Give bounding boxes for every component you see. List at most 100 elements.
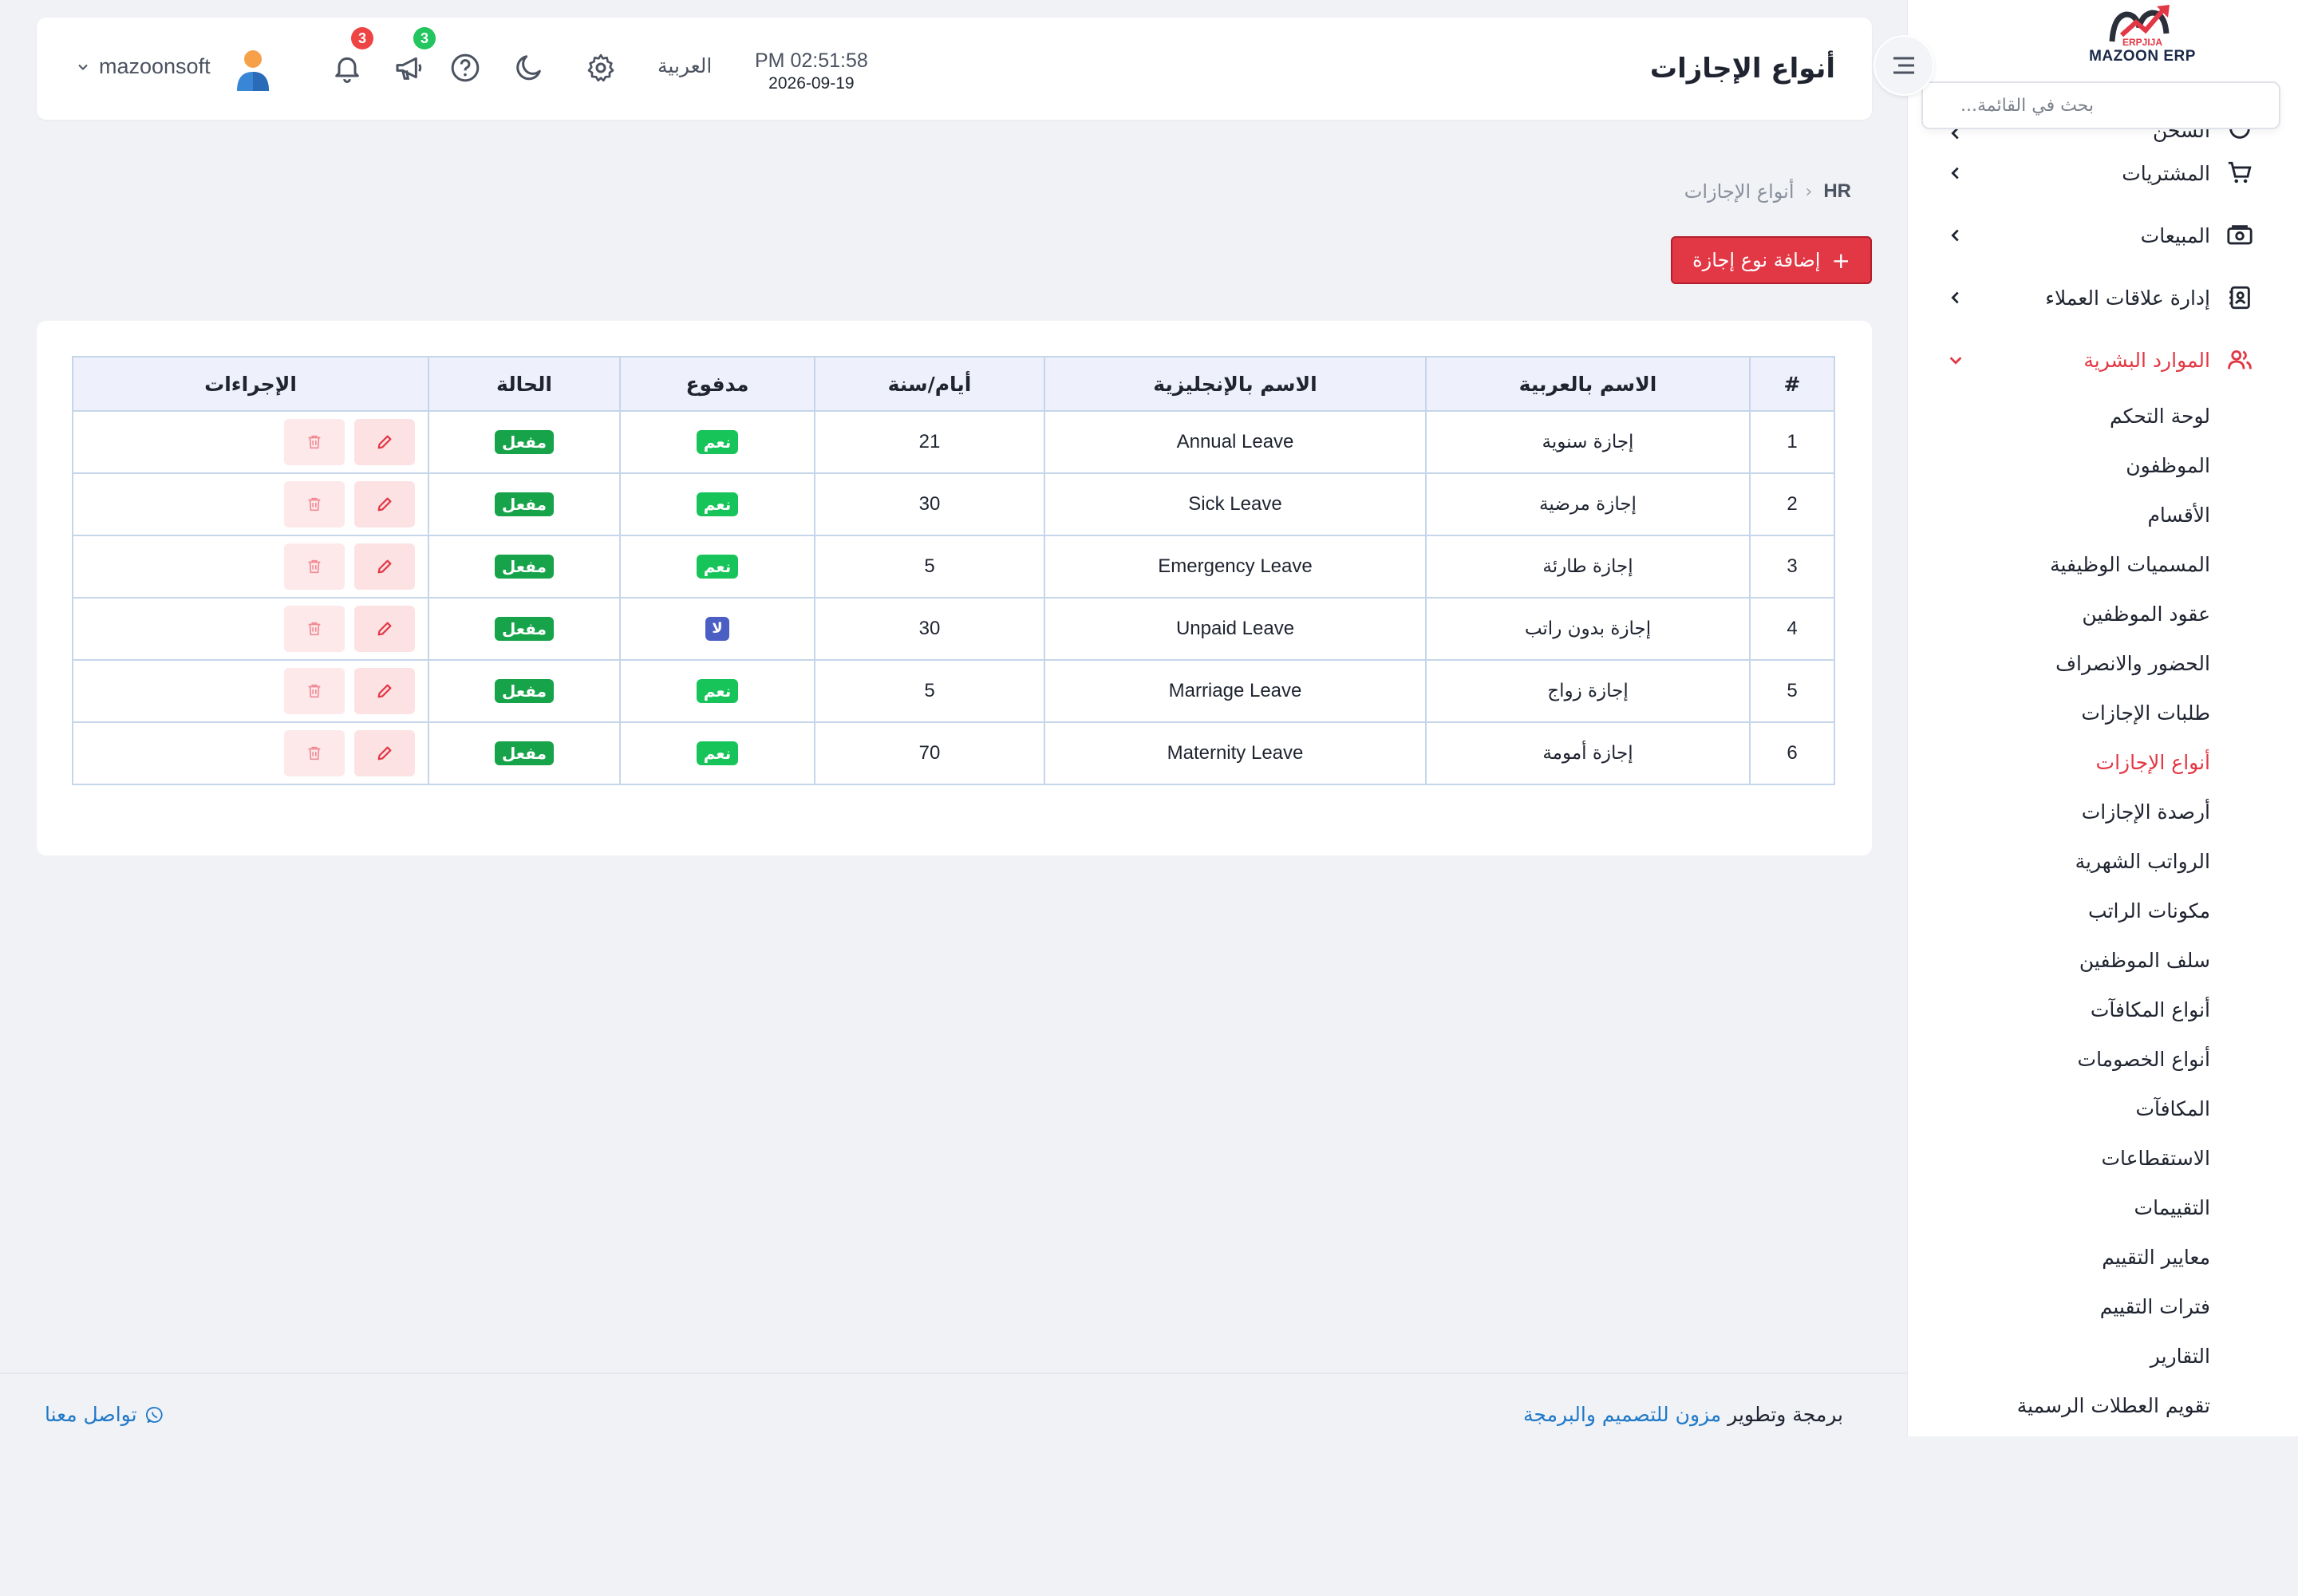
language-switch[interactable]: العربية xyxy=(657,54,712,77)
sidebar-sub-label: المكافآت xyxy=(2135,1096,2210,1120)
column-header-index[interactable]: # xyxy=(1749,356,1835,412)
clock-time: PM 02:51:58 xyxy=(755,49,868,72)
sidebar-sub-evaluations[interactable]: التقييمات xyxy=(1908,1183,2298,1232)
sidebar-sub-deduction-types[interactable]: أنواع الخصومات xyxy=(1908,1034,2298,1084)
logo[interactable]: ERPJIJA MAZOON ERP xyxy=(2083,0,2202,69)
sidebar-sub-reports[interactable]: التقارير xyxy=(1908,1331,2298,1381)
edit-button[interactable] xyxy=(354,668,415,714)
sidebar-item-hr[interactable]: الموارد البشرية xyxy=(1908,329,2298,391)
notifications-badge: 3 xyxy=(351,27,373,49)
sidebar-sub-dashboard[interactable]: لوحة التحكم xyxy=(1908,391,2298,440)
status-badge: مفعل xyxy=(495,741,554,765)
sidebar-sub-payroll[interactable]: الرواتب الشهرية xyxy=(1908,836,2298,886)
delete-button[interactable] xyxy=(284,668,345,714)
cell-name-ar: إجازة طارئة xyxy=(1425,535,1751,598)
sidebar-sub-salary-components[interactable]: مكونات الراتب xyxy=(1908,886,2298,935)
chevron-down-icon[interactable] xyxy=(75,59,91,75)
column-header-paid[interactable]: مدفوع xyxy=(619,356,815,412)
leave-types-card: # الاسم بالعربية الاسم بالإنجليزية أيام/… xyxy=(37,321,1872,855)
delete-button[interactable] xyxy=(284,419,345,465)
add-leave-type-button[interactable]: + إضافة نوع إجازة xyxy=(1671,236,1872,284)
column-header-status[interactable]: الحالة xyxy=(428,356,621,412)
sidebar-sub-bonuses[interactable]: المكافآت xyxy=(1908,1084,2298,1133)
sidebar-sub-label: التقارير xyxy=(2150,1344,2210,1368)
sidebar-sub-job-titles[interactable]: المسميات الوظيفية xyxy=(1908,539,2298,589)
chevron-left-icon xyxy=(1951,229,1959,242)
breadcrumb-root[interactable]: HR xyxy=(1823,180,1851,203)
sidebar-sub-leave-balances[interactable]: أرصدة الإجازات xyxy=(1908,787,2298,836)
pencil-icon xyxy=(377,622,392,636)
status-badge: مفعل xyxy=(495,492,554,516)
pencil-icon xyxy=(377,746,392,760)
sidebar-sub-label: أرصدة الإجازات xyxy=(2081,800,2210,824)
avatar[interactable] xyxy=(233,48,273,93)
sidebar-search-input[interactable] xyxy=(1908,95,2253,116)
sidebar-sub-bonus-types[interactable]: أنواع المكافآت xyxy=(1908,985,2298,1034)
cell-name-en: Marriage Leave xyxy=(1044,659,1427,723)
sidebar-sub-label: أنواع الخصومات xyxy=(2077,1047,2210,1071)
username[interactable]: mazoonsoft xyxy=(99,54,211,79)
sidebar-sub-deductions[interactable]: الاستقطاعات xyxy=(1908,1133,2298,1183)
delete-button[interactable] xyxy=(284,606,345,652)
sidebar-sub-label: المسميات الوظيفية xyxy=(2050,552,2210,576)
sidebar-sub-advances[interactable]: سلف الموظفين xyxy=(1908,935,2298,985)
footer-credit-link[interactable]: مزون للتصميم والبرمجة xyxy=(1523,1403,1721,1426)
sidebar-sub-evaluation-criteria[interactable]: معايير التقييم xyxy=(1908,1232,2298,1282)
cell-actions xyxy=(72,721,429,785)
sidebar-sub-evaluation-periods[interactable]: فترات التقييم xyxy=(1908,1282,2298,1331)
sidebar-item-label: المشتريات xyxy=(2122,161,2210,185)
dark-mode-button[interactable] xyxy=(511,49,547,86)
sidebar-sub-leave-requests[interactable]: طلبات الإجازات xyxy=(1908,688,2298,737)
sidebar-sub-attendance[interactable]: الحضور والانصراف xyxy=(1908,638,2298,688)
sidebar-sub-holidays[interactable]: تقويم العطلات الرسمية xyxy=(1908,1381,2298,1430)
delete-button[interactable] xyxy=(284,543,345,590)
notifications-button[interactable]: 3 xyxy=(329,27,373,86)
clock-date: 2026-09-19 xyxy=(768,74,855,93)
breadcrumb: HR ‹ أنواع الإجازات xyxy=(1684,180,1851,203)
sidebar-sub-departments[interactable]: الأقسام xyxy=(1908,490,2298,539)
announcements-badge: 3 xyxy=(413,27,436,49)
cell-paid: نعم xyxy=(619,472,815,536)
sidebar-sub-employees[interactable]: الموظفون xyxy=(1908,440,2298,490)
contacts-icon xyxy=(2229,286,2250,310)
delete-button[interactable] xyxy=(284,730,345,776)
column-header-name-ar[interactable]: الاسم بالعربية xyxy=(1425,356,1751,412)
edit-button[interactable] xyxy=(354,543,415,590)
edit-button[interactable] xyxy=(354,481,415,527)
sidebar-sub-label: الأقسام xyxy=(2147,503,2210,527)
column-header-name-en[interactable]: الاسم بالإنجليزية xyxy=(1044,356,1427,412)
help-button[interactable] xyxy=(447,49,484,86)
footer-divider xyxy=(0,1373,1907,1374)
edit-button[interactable] xyxy=(354,419,415,465)
sidebar-item-sales[interactable]: المبيعات xyxy=(1908,204,2298,267)
add-button-label: إضافة نوع إجازة xyxy=(1692,249,1821,271)
delete-button[interactable] xyxy=(284,481,345,527)
sidebar-sub-contracts[interactable]: عقود الموظفين xyxy=(1908,589,2298,638)
cell-days: 70 xyxy=(814,721,1045,785)
sidebar-sub-label: أنواع الإجازات xyxy=(2095,750,2210,774)
cell-paid: نعم xyxy=(619,721,815,785)
sidebar-sub-leave-types[interactable]: أنواع الإجازات xyxy=(1908,737,2298,787)
cell-name-en: Unpaid Leave xyxy=(1044,597,1427,661)
edit-button[interactable] xyxy=(354,606,415,652)
cell-days: 5 xyxy=(814,659,1045,723)
sidebar-item-purchases[interactable]: المشتريات xyxy=(1908,142,2298,204)
edit-button[interactable] xyxy=(354,730,415,776)
pencil-icon xyxy=(377,559,392,574)
menu-icon xyxy=(1893,57,1914,74)
trash-icon xyxy=(308,435,321,449)
cell-index: 2 xyxy=(1749,472,1835,536)
column-header-days[interactable]: أيام/سنة xyxy=(814,356,1045,412)
announcements-button[interactable]: 3 xyxy=(391,27,436,86)
table-row: 1 إجازة سنوية Annual Leave 21 نعم مفعل xyxy=(72,410,1835,474)
contact-link[interactable]: تواصل معنا xyxy=(45,1403,164,1426)
cell-status: مفعل xyxy=(428,721,621,785)
sidebar-sub-label: عقود الموظفين xyxy=(2082,602,2210,626)
settings-button[interactable] xyxy=(582,49,619,86)
sidebar-toggle-button[interactable] xyxy=(1874,35,1934,96)
sidebar-sub-label: مكونات الراتب xyxy=(2088,899,2210,922)
cell-name-en: Sick Leave xyxy=(1044,472,1427,536)
sidebar-item-crm[interactable]: إدارة علاقات العملاء xyxy=(1908,267,2298,329)
paid-badge: نعم xyxy=(696,555,739,579)
sidebar-sub-label: لوحة التحكم xyxy=(2109,404,2210,428)
